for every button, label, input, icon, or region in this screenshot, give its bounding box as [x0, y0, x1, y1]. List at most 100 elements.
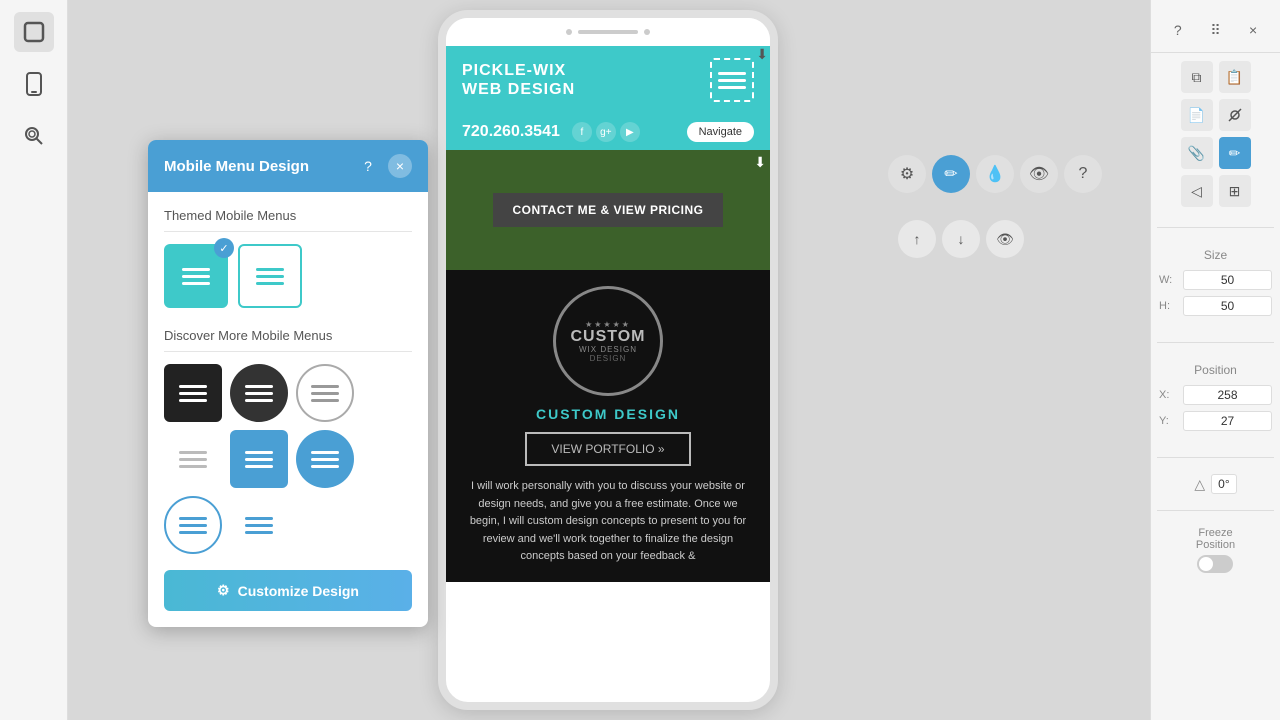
notch-bar — [578, 30, 638, 34]
square-toolbar-icon[interactable] — [14, 12, 54, 52]
hamburger-teal-sq — [182, 268, 210, 285]
right-top-bar: ? ⠿ × — [1151, 8, 1280, 53]
left-toolbar — [0, 0, 68, 720]
badge-main-text: CUSTOM — [570, 329, 645, 345]
height-label: H: — [1159, 300, 1179, 312]
panel-header: Mobile Menu Design ? × — [148, 140, 428, 192]
notch-dot1 — [566, 29, 572, 35]
right-grid-button[interactable]: ⠿ — [1201, 16, 1229, 44]
right-close-button[interactable]: × — [1239, 16, 1267, 44]
floating-toolbar: ⚙ ✏ 💧 👁 ? — [888, 155, 1102, 193]
x-label: X: — [1159, 389, 1179, 401]
right-question-button[interactable]: ? — [1164, 16, 1192, 44]
position-title: Position — [1159, 363, 1272, 377]
visibility-toggle-button[interactable]: 👁 — [986, 220, 1024, 258]
more-menu-blue-circle[interactable] — [296, 430, 354, 488]
paste-button[interactable]: 📋 — [1219, 61, 1251, 93]
download-icon-hero[interactable]: ⬇ — [754, 154, 766, 171]
panel-title: Mobile Menu Design — [164, 158, 309, 175]
icon-row-4: ◁ ⊞ — [1181, 175, 1251, 207]
freeze-position-section: FreezePosition — [1188, 519, 1243, 581]
gear-toolbar-button[interactable]: ⚙ — [888, 155, 926, 193]
hline3 — [182, 282, 210, 285]
youtube-icon[interactable]: ▶ — [620, 122, 640, 142]
customize-label: Customize Design — [238, 583, 359, 599]
mobile-toolbar-icon[interactable] — [14, 64, 54, 104]
up-arrow-button[interactable]: ↑ — [898, 220, 936, 258]
contact-view-pricing-button[interactable]: CONTACT ME & VIEW PRICING — [493, 193, 724, 227]
copy-button[interactable]: ⧉ — [1181, 61, 1213, 93]
more-menu-light-circle[interactable] — [296, 364, 354, 422]
discover-section-label: Discover More Mobile Menus — [164, 328, 412, 352]
align-button[interactable]: ◁ — [1181, 175, 1213, 207]
more-menu-minimal[interactable] — [164, 430, 222, 488]
panel-header-icons: ? × — [356, 154, 412, 178]
hline1 — [182, 268, 210, 271]
toggle-thumb — [1199, 557, 1213, 571]
hline3 — [256, 282, 284, 285]
hline1 — [256, 268, 284, 271]
more-menu-blue-square[interactable] — [230, 430, 288, 488]
more-menu-black-square[interactable] — [164, 364, 222, 422]
search-toolbar-icon[interactable] — [14, 116, 54, 156]
width-label: W: — [1159, 274, 1179, 286]
question-toolbar-button[interactable]: ? — [1064, 155, 1102, 193]
width-row: W: 50 — [1159, 270, 1272, 290]
notch-dot2 — [644, 29, 650, 35]
height-value[interactable]: 50 — [1183, 296, 1272, 316]
link-button[interactable]: 📎 — [1181, 137, 1213, 169]
themed-section-label: Themed Mobile Menus — [164, 208, 412, 232]
selected-checkmark: ✓ — [214, 238, 234, 258]
hline2 — [182, 275, 210, 278]
right-panel: ? ⠿ × ⧉ 📋 📄 📎 ✏ ◁ ⊞ Size W: 50 — [1150, 0, 1280, 720]
divider4 — [1157, 510, 1273, 511]
layers-button[interactable]: 📄 — [1181, 99, 1213, 131]
custom-badge: ★★★★★ CUSTOM WIX DESIGN DESIGN — [553, 286, 663, 396]
y-value[interactable]: 27 — [1183, 411, 1272, 431]
phone-notch — [446, 18, 770, 46]
more-menu-dark-circle[interactable] — [230, 364, 288, 422]
x-row: X: 258 — [1159, 385, 1272, 405]
site-description: I will work personally with you to discu… — [462, 478, 754, 566]
facebook-icon[interactable]: f — [572, 122, 592, 142]
more-menu-minimal-blue[interactable] — [230, 496, 288, 554]
social-icons: f g+ ▶ — [572, 122, 640, 142]
navigate-button[interactable]: Navigate — [687, 122, 754, 142]
badge-bottom: DESIGN — [590, 354, 627, 363]
angle-value[interactable]: 0° — [1211, 474, 1236, 494]
drop-toolbar-button[interactable]: 💧 — [976, 155, 1014, 193]
down-arrow-button[interactable]: ↓ — [942, 220, 980, 258]
table-button[interactable]: ⊞ — [1219, 175, 1251, 207]
active-edit-button[interactable]: ✏ — [1219, 137, 1251, 169]
customize-design-button[interactable]: ⚙ Customize Design — [164, 570, 412, 611]
panel-close-button[interactable]: × — [388, 154, 412, 178]
divider2 — [1157, 342, 1273, 343]
hline2 — [256, 275, 284, 278]
site-logo: PICKLE-WIX WEB DESIGN — [462, 61, 575, 99]
freeze-toggle[interactable] — [1197, 555, 1233, 573]
pencil-toolbar-button[interactable]: ✏ — [932, 155, 970, 193]
panel-body: Themed Mobile Menus ✓ — [148, 192, 428, 627]
freeze-label: FreezePosition — [1196, 527, 1235, 551]
themed-menus-row: ✓ — [164, 244, 412, 308]
hamburger-teal-outline — [256, 268, 284, 285]
phone-preview: PICKLE-WIX WEB DESIGN ⬇ — [438, 10, 778, 710]
right-icon-group: ⧉ 📋 📄 📎 ✏ ◁ ⊞ — [1151, 61, 1280, 207]
x-value[interactable]: 258 — [1183, 385, 1272, 405]
y-row: Y: 27 — [1159, 411, 1272, 431]
badge-sub-text: WIX DESIGN — [579, 345, 637, 354]
site-hamburger-button[interactable] — [710, 58, 754, 102]
themed-menu-teal-square[interactable]: ✓ — [164, 244, 228, 308]
panel-help-button[interactable]: ? — [356, 154, 380, 178]
themed-menu-teal-outline[interactable] — [238, 244, 302, 308]
icon-row-2: 📄 — [1181, 99, 1251, 131]
eye-toolbar-button[interactable]: 👁 — [1020, 155, 1058, 193]
logo-line1: PICKLE-WIX — [462, 61, 575, 80]
eye-off-button[interactable] — [1219, 99, 1251, 131]
more-menus-grid — [164, 364, 412, 554]
download-icon-top[interactable]: ⬇ — [756, 46, 768, 63]
googleplus-icon[interactable]: g+ — [596, 122, 616, 142]
view-portfolio-button[interactable]: VIEW PORTFOLIO » — [525, 432, 690, 466]
width-value[interactable]: 50 — [1183, 270, 1272, 290]
more-menu-blue-outline-circle[interactable] — [164, 496, 222, 554]
